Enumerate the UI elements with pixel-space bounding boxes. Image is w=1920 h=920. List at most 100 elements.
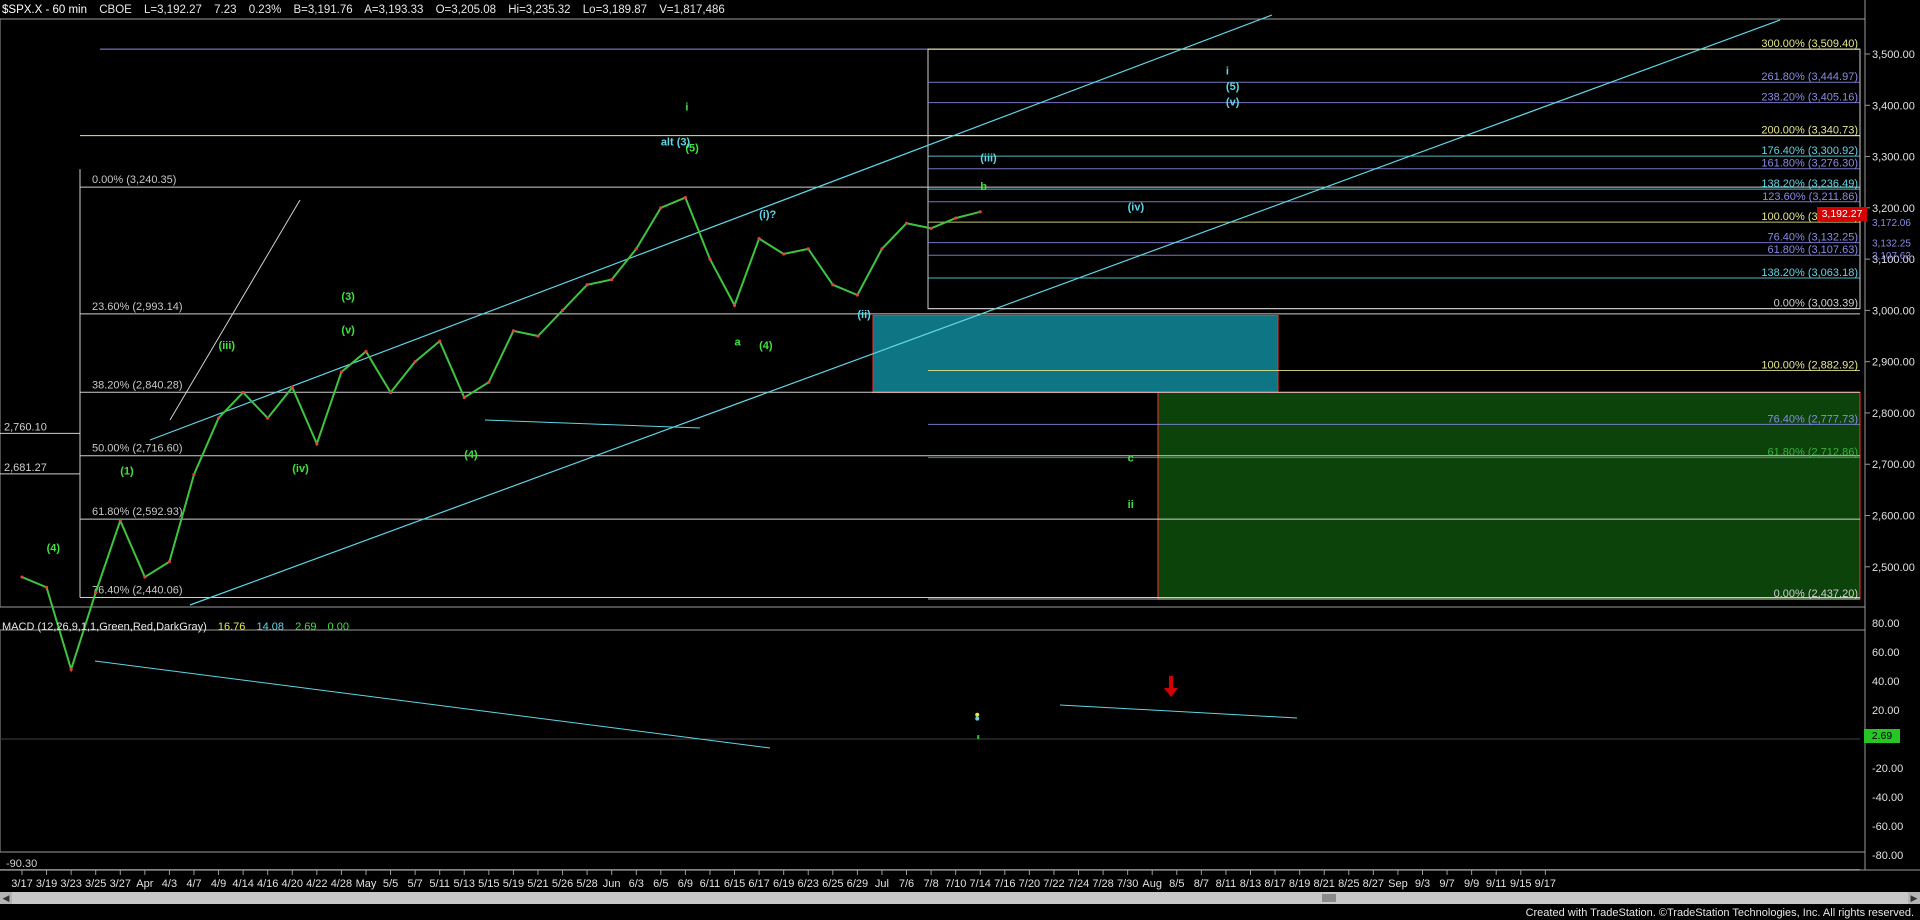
macd-ref-label: -90.30: [6, 858, 37, 870]
wave-label: (iv): [292, 463, 309, 475]
date-axis-label: 4/16: [257, 878, 278, 890]
down-arrow-icon: [1164, 676, 1178, 697]
price-axis-label: 3,200.00: [1872, 203, 1915, 215]
fib-right-label: 123.60% (3,211.86): [1762, 191, 1858, 203]
net-change: 7.23: [214, 4, 237, 16]
date-axis-label: 5/15: [478, 878, 499, 890]
price-point: [954, 216, 958, 220]
date-axis-label: Jun: [603, 878, 621, 890]
fib-right-label: 161.80% (3,276.30): [1761, 158, 1858, 170]
price-axis-label: 3,400.00: [1872, 100, 1915, 112]
scroll-right-icon[interactable]: ▶: [1908, 892, 1920, 904]
price-point: [94, 590, 98, 595]
price-point: [20, 575, 24, 579]
date-axis-label: 7/14: [970, 878, 991, 890]
fib-right-label: 176.40% (3,300.92): [1761, 145, 1858, 157]
wave-label: i: [685, 101, 688, 113]
date-axis-label: 8/11: [1216, 878, 1237, 890]
scroll-left-icon[interactable]: ◀: [0, 892, 12, 904]
volume: V=1,817,486: [659, 4, 725, 16]
date-axis-label: 3/17: [11, 878, 32, 890]
date-axis-label: 8/13: [1240, 878, 1261, 890]
date-axis-label: 5/21: [527, 878, 548, 890]
date-axis-label: 9/7: [1439, 878, 1454, 890]
fib-right-label: 300.00% (3,509.40): [1761, 38, 1858, 50]
fib-right-label: 76.40% (3,132.25): [1767, 232, 1858, 244]
price-point: [413, 360, 417, 364]
date-axis-label: 8/17: [1264, 878, 1285, 890]
price-axis-label: 3,500.00: [1872, 49, 1915, 61]
macd-label: MACD (12,26,9,1,1,Green,Red,DarkGray): [2, 621, 207, 633]
price-axis-label: 2,900.00: [1872, 357, 1915, 369]
macd-axis-label: -40.00: [1872, 792, 1903, 804]
macd-axis-label: -20.00: [1872, 763, 1903, 775]
date-axis-label: 5/19: [503, 878, 524, 890]
date-axis-label: 8/19: [1289, 878, 1310, 890]
wave-label: (5): [1226, 81, 1240, 93]
stock-chart[interactable]: 0.00% (3,240.35) 23.60% (2,993.14) 38.20% …: [0, 0, 1920, 920]
price-point: [118, 519, 122, 523]
fib-left-label: 50.00% (2,716.60): [92, 443, 183, 455]
date-axis-label: 6/3: [629, 878, 644, 890]
wave-label: alt (3): [661, 136, 691, 148]
date-axis-label: Apr: [136, 878, 153, 890]
fib-right-label: 61.80% (2,712.86): [1767, 447, 1858, 459]
date-axis-label: 8/25: [1338, 878, 1359, 890]
price-point: [610, 278, 614, 282]
price-axis-label: 2,700.00: [1872, 459, 1915, 471]
price-point: [487, 380, 491, 384]
price-axis-label: 2,800.00: [1872, 408, 1915, 420]
time-scrollbar[interactable]: ◀ ▶: [0, 892, 1920, 904]
price-point: [241, 390, 245, 395]
date-axis-label: 8/21: [1313, 878, 1334, 890]
price-point: [708, 257, 712, 261]
fib-right-label: 100.00% (2,882.92): [1761, 359, 1858, 371]
macd-histogram-bar: [977, 735, 980, 739]
price-ref-label: 2,681.27: [4, 462, 47, 474]
date-axis-label: 7/10: [945, 878, 966, 890]
wave-label: (4): [47, 542, 61, 554]
wave-label: (4): [759, 340, 773, 352]
wave-label: (1): [120, 465, 134, 477]
wave-label: (iv): [1128, 201, 1145, 213]
last-price-tag: 3,192.27: [1817, 207, 1867, 221]
macd-axis-label: -80.00: [1872, 850, 1903, 862]
price-point: [978, 210, 982, 214]
signal-value: 14.08: [256, 621, 284, 633]
macd-trendline-right: [1059, 704, 1298, 719]
macd-axis-label: -60.00: [1872, 821, 1903, 833]
macd-header: MACD (12,26,9,1,1,Green,Red,DarkGray) 16…: [2, 620, 357, 634]
date-axis-label: Aug: [1142, 878, 1162, 890]
date-axis-label: 6/25: [822, 878, 843, 890]
price-point: [782, 252, 786, 256]
date-axis-label: 6/5: [653, 878, 668, 890]
date-axis-label: 7/6: [899, 878, 914, 890]
price-point: [904, 221, 909, 225]
fib-left-label: 76.40% (2,440.06): [92, 585, 183, 597]
date-axis-label: 7/24: [1068, 878, 1089, 890]
date-axis-label: 5/5: [383, 878, 398, 890]
wave-label: c: [1128, 453, 1134, 465]
date-axis-label: 7/16: [994, 878, 1015, 890]
price-point: [462, 395, 466, 400]
price-axis-level: 3,107.63: [1872, 251, 1911, 262]
price-axis-label: 3,000.00: [1872, 305, 1915, 317]
price-axis-level: 3,132.25: [1872, 239, 1911, 250]
price-point: [806, 247, 810, 251]
price-axis-label: 2,600.00: [1872, 511, 1915, 523]
price-point: [266, 416, 270, 420]
macd-line-point: [975, 712, 980, 717]
date-axis-label: 7/20: [1019, 878, 1040, 890]
ask-price: A=3,193.33: [364, 4, 424, 16]
date-axis-label: 5/13: [454, 878, 475, 890]
scroll-thumb[interactable]: [1322, 894, 1336, 902]
date-axis-label: 6/17: [748, 878, 769, 890]
date-axis-label: 6/11: [700, 878, 721, 890]
date-axis-label: 7/28: [1092, 878, 1113, 890]
macd-value: 16.76: [217, 621, 246, 633]
date-axis-label: 9/17: [1535, 878, 1556, 890]
bid-price: B=3,191.76: [293, 4, 353, 16]
wave-label: (v): [341, 324, 355, 336]
wave-label: (v): [1226, 96, 1240, 108]
open-price: O=3,205.08: [435, 4, 497, 16]
